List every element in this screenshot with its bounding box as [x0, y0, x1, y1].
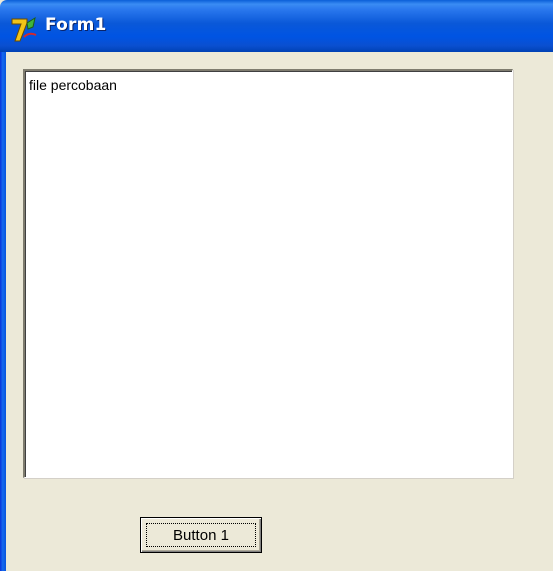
window-title: Form1	[45, 15, 107, 35]
form-window: Form1 file percobaan Button 1	[0, 0, 553, 571]
window-frame-left	[0, 52, 6, 571]
button-focus-rect: Button 1	[146, 523, 256, 547]
delphi-7-icon	[11, 16, 37, 42]
button-label: Button 1	[173, 526, 229, 544]
title-bar[interactable]: Form1	[0, 0, 553, 52]
button-1[interactable]: Button 1	[140, 517, 262, 553]
memo-textarea[interactable]: file percobaan	[23, 69, 513, 478]
